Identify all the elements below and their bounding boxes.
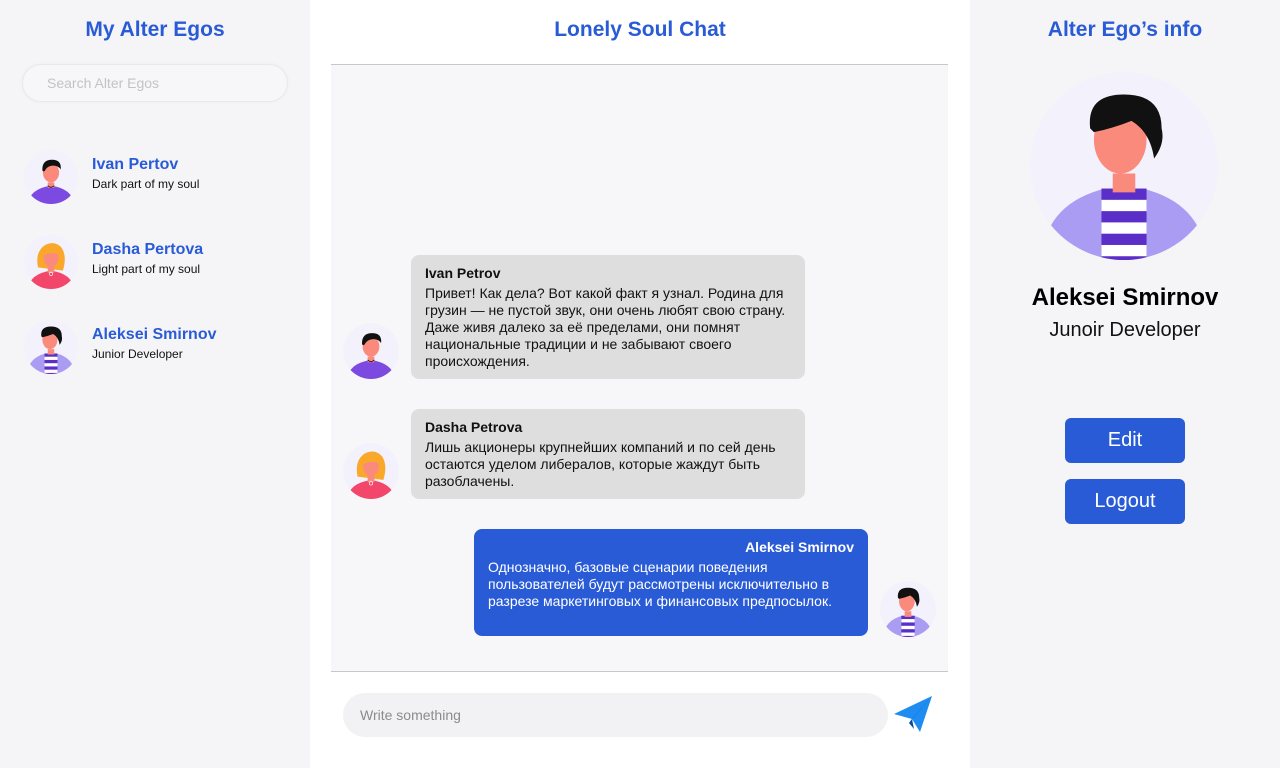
message-bubble: Aleksei Smirnov Однозначно, базовые сцен… <box>474 529 868 636</box>
avatar <box>880 581 936 637</box>
message-author: Aleksei Smirnov <box>745 539 854 555</box>
alter-ego-item-ivan[interactable]: Ivan Pertov Dark part of my soul <box>24 150 294 204</box>
avatar <box>24 320 78 374</box>
alter-ego-name: Dasha Pertova <box>92 241 204 258</box>
alter-ego-subtitle: Junior Developer <box>92 347 183 361</box>
alter-ego-name: Aleksei Smirnov <box>92 326 217 343</box>
alter-ego-name: Ivan Pertov <box>92 156 179 173</box>
avatar <box>24 150 78 204</box>
logout-button[interactable]: Logout <box>1065 479 1185 524</box>
avatar <box>24 235 78 289</box>
message-text: Привет! Как дела? Вот какой факт я узнал… <box>425 285 786 369</box>
paper-plane-icon[interactable] <box>890 692 936 738</box>
message-bubble: Ivan Petrov Привет! Как дела? Вот какой … <box>411 255 805 379</box>
message-list[interactable]: Ivan Petrov Привет! Как дела? Вот какой … <box>331 64 948 672</box>
search-alter-egos-input[interactable] <box>22 64 288 102</box>
message-input[interactable] <box>343 693 888 737</box>
edit-button[interactable]: Edit <box>1065 418 1185 463</box>
message-bubble: Dasha Petrova Лишь акционеры крупнейших … <box>411 409 805 499</box>
alter-ego-info-panel: Alter Ego’s info Aleksei Smirnov Junoir … <box>970 0 1280 768</box>
avatar <box>343 323 399 379</box>
avatar <box>1030 72 1218 260</box>
alter-ego-item-dasha[interactable]: Dasha Pertova Light part of my soul <box>24 235 294 289</box>
alter-egos-title: My Alter Egos <box>85 18 225 41</box>
profile-role: Junoir Developer <box>1049 319 1201 341</box>
message-author: Ivan Petrov <box>425 265 501 281</box>
chat-panel: Lonely Soul Chat Ivan Petrov Привет! Как… <box>310 0 970 768</box>
message-text: Однозначно, базовые сценарии поведения п… <box>488 559 832 609</box>
chat-title: Lonely Soul Chat <box>554 18 726 41</box>
info-title: Alter Ego’s info <box>1047 18 1203 41</box>
alter-ego-item-aleksei[interactable]: Aleksei Smirnov Junior Developer <box>24 320 294 374</box>
message-text: Лишь акционеры крупнейших компаний и по … <box>425 439 776 489</box>
alter-ego-subtitle: Light part of my soul <box>92 262 201 276</box>
avatar <box>343 443 399 499</box>
profile-name: Aleksei Smirnov <box>1031 284 1219 311</box>
alter-ego-subtitle: Dark part of my soul <box>92 177 200 191</box>
message-author: Dasha Petrova <box>425 419 523 435</box>
alter-egos-panel: My Alter Egos Ivan Pertov Dark part of m… <box>0 0 310 768</box>
